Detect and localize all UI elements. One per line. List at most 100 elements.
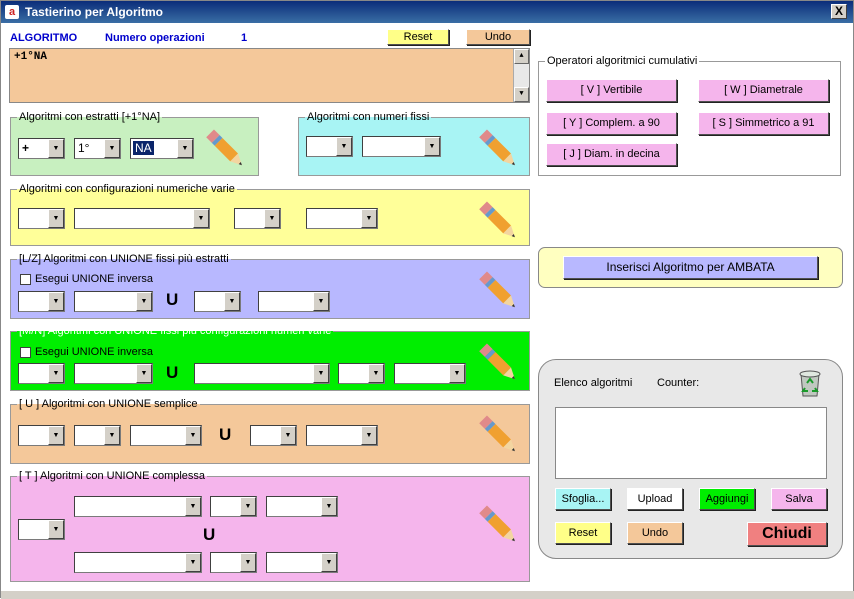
operator-v-button[interactable]: [ V ] Vertibile — [546, 79, 677, 102]
u-select-4[interactable]: ▼ — [250, 425, 297, 446]
estratti-sign-select[interactable]: + ▼ — [18, 138, 65, 159]
chevron-down-icon: ▼ — [361, 209, 377, 228]
lz-select-1[interactable]: ▼ — [18, 291, 65, 312]
chevron-down-icon: ▼ — [264, 209, 280, 228]
chevron-down-icon: ▼ — [136, 364, 152, 383]
chevron-down-icon: ▼ — [104, 426, 120, 445]
lz-pencil-icon[interactable] — [474, 267, 524, 317]
config-select-4[interactable]: ▼ — [306, 208, 378, 229]
mn-inversa-checkbox[interactable] — [20, 347, 31, 358]
lz-inversa-checkbox[interactable] — [20, 274, 31, 285]
u-select-3[interactable]: ▼ — [130, 425, 202, 446]
u-select-1[interactable]: ▼ — [18, 425, 65, 446]
t-select-3[interactable]: ▼ — [210, 496, 257, 517]
config-select-3[interactable]: ▼ — [234, 208, 281, 229]
elenco-panel: Elenco algoritmi Counter: Sfoglia... Upl… — [538, 359, 843, 559]
estratti-position-select[interactable]: 1° ▼ — [74, 138, 121, 159]
main-window: a Tastierino per Algoritmo X ALGORITMO N… — [0, 0, 854, 599]
u-select-2[interactable]: ▼ — [74, 425, 121, 446]
chevron-down-icon: ▼ — [313, 364, 329, 383]
config-pencil-icon[interactable] — [474, 197, 524, 247]
algorithm-text: +1°NA — [14, 51, 48, 63]
chevron-down-icon: ▼ — [104, 139, 120, 158]
sfoglia-button[interactable]: Sfoglia... — [555, 488, 611, 510]
lz-inversa-label: Esegui UNIONE inversa — [35, 273, 153, 285]
t-union-symbol: U — [203, 525, 216, 544]
estratti-sign-value: + — [22, 141, 30, 155]
chevron-down-icon: ▼ — [185, 426, 201, 445]
mn-select-3[interactable]: ▼ — [194, 363, 330, 384]
t-select-7[interactable]: ▼ — [266, 552, 338, 573]
lz-select-3[interactable]: ▼ — [194, 291, 241, 312]
chevron-down-icon: ▼ — [449, 364, 465, 383]
aggiungi-button[interactable]: Aggiungi — [699, 488, 755, 510]
upload-button[interactable]: Upload — [627, 488, 683, 510]
operator-s-button[interactable]: [ S ] Simmetrico a 91 — [698, 112, 829, 135]
header-reset-button[interactable]: Reset — [387, 29, 449, 45]
algorithm-textarea[interactable]: +1°NA ▲ ▼ — [9, 48, 530, 103]
estratti-legend: Algoritmi con estratti [+1°NA] — [19, 111, 161, 123]
operator-w-button[interactable]: [ W ] Diametrale — [698, 79, 829, 102]
mn-inversa-label: Esegui UNIONE inversa — [35, 346, 153, 358]
estratti-ruota-select[interactable]: NA ▼ — [130, 138, 194, 159]
fissi-select-2[interactable]: ▼ — [362, 136, 441, 157]
mn-select-5[interactable]: ▼ — [394, 363, 466, 384]
textarea-scrollbar[interactable]: ▲ ▼ — [513, 49, 529, 102]
scroll-up-icon[interactable]: ▲ — [514, 49, 529, 64]
salva-button[interactable]: Salva — [771, 488, 827, 510]
mn-select-2[interactable]: ▼ — [74, 363, 153, 384]
chiudi-button[interactable]: Chiudi — [747, 522, 827, 546]
u-select-5[interactable]: ▼ — [306, 425, 378, 446]
config-legend: Algoritmi con configurazioni numeriche v… — [19, 183, 235, 195]
chevron-down-icon: ▼ — [313, 292, 329, 311]
t-select-6[interactable]: ▼ — [210, 552, 257, 573]
chevron-down-icon: ▼ — [185, 497, 201, 516]
u-pencil-icon[interactable] — [474, 411, 524, 461]
title-bar: a Tastierino per Algoritmo X — [1, 1, 853, 23]
header-undo-button[interactable]: Undo — [466, 29, 530, 45]
t-select-2[interactable]: ▼ — [74, 496, 202, 517]
chevron-down-icon: ▼ — [224, 292, 240, 311]
chevron-down-icon: ▼ — [193, 209, 209, 228]
mn-select-1[interactable]: ▼ — [18, 363, 65, 384]
chevron-down-icon: ▼ — [240, 553, 256, 572]
lz-select-4[interactable]: ▼ — [258, 291, 330, 312]
elenco-reset-button[interactable]: Reset — [555, 522, 611, 544]
estratti-pencil-icon[interactable] — [201, 125, 251, 175]
config-select-2[interactable]: ▼ — [74, 208, 210, 229]
mn-legend: [M/N] Algoritmi con UNIONE fissi più con… — [19, 325, 332, 337]
chevron-down-icon: ▼ — [424, 137, 440, 156]
operator-y-button[interactable]: [ Y ] Complem. a 90 — [546, 112, 677, 135]
algorithms-listbox[interactable] — [555, 407, 827, 479]
chevron-down-icon: ▼ — [321, 497, 337, 516]
t-pencil-icon[interactable] — [474, 501, 524, 551]
scroll-down-icon[interactable]: ▼ — [514, 87, 529, 102]
lz-select-2[interactable]: ▼ — [74, 291, 153, 312]
u-legend: [ U ] Algoritmi con UNIONE semplice — [19, 398, 198, 410]
t-select-4[interactable]: ▼ — [266, 496, 338, 517]
chevron-down-icon: ▼ — [48, 426, 64, 445]
operator-j-button[interactable]: [ J ] Diam. in decina — [546, 143, 677, 166]
chevron-down-icon: ▼ — [48, 292, 64, 311]
fissi-pencil-icon[interactable] — [474, 125, 524, 175]
t-select-1[interactable]: ▼ — [18, 519, 65, 540]
config-select-1[interactable]: ▼ — [18, 208, 65, 229]
chevron-down-icon: ▼ — [361, 426, 377, 445]
chevron-down-icon: ▼ — [48, 520, 64, 539]
num-operazioni-label: Numero operazioni — [105, 32, 205, 44]
chevron-down-icon: ▼ — [368, 364, 384, 383]
inserisci-ambata-button[interactable]: Inserisci Algoritmo per AMBATA — [563, 256, 818, 279]
chevron-down-icon: ▼ — [280, 426, 296, 445]
mn-pencil-icon[interactable] — [474, 339, 524, 389]
algoritmo-label: ALGORITMO — [10, 32, 78, 44]
num-operazioni-value: 1 — [241, 32, 248, 44]
ambata-panel: Inserisci Algoritmo per AMBATA — [538, 247, 843, 288]
t-select-5[interactable]: ▼ — [74, 552, 202, 573]
elenco-undo-button[interactable]: Undo — [627, 522, 683, 544]
mn-select-4[interactable]: ▼ — [338, 363, 385, 384]
recycle-bin-icon[interactable] — [795, 366, 825, 398]
counter-label: Counter: — [657, 377, 700, 389]
fissi-select-1[interactable]: ▼ — [306, 136, 353, 157]
close-icon[interactable]: X — [831, 4, 847, 19]
chevron-down-icon: ▼ — [336, 137, 352, 156]
